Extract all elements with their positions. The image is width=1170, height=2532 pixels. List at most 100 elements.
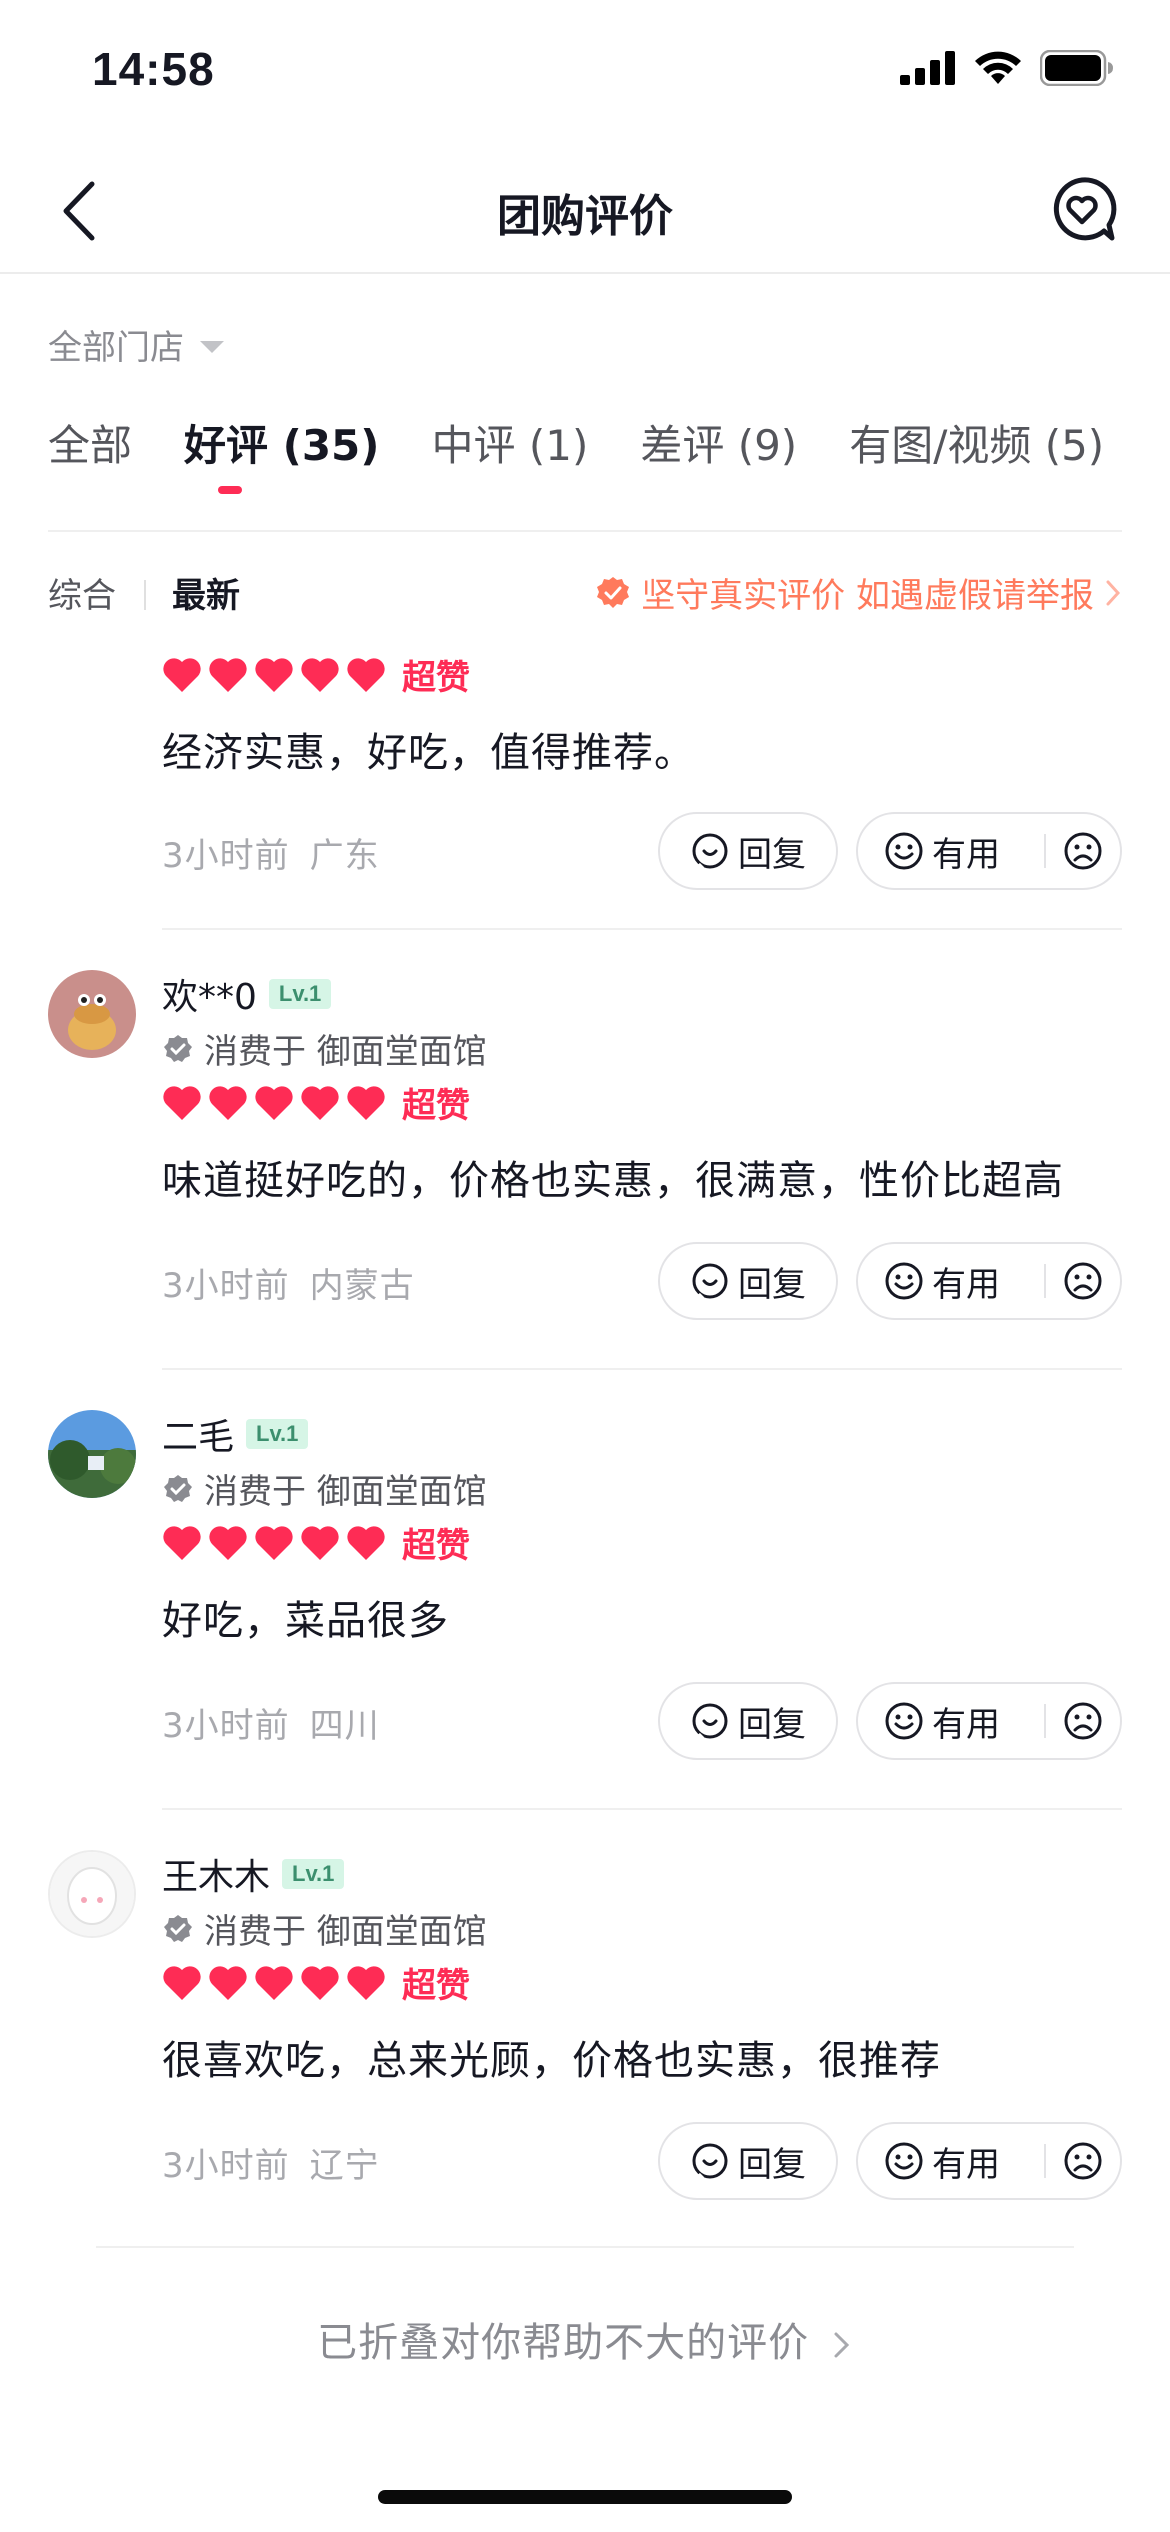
store-filter-label: 全部门店	[48, 328, 184, 368]
rating-hearts: 超赞	[162, 1958, 470, 2007]
avatar[interactable]	[48, 1850, 136, 1938]
useful-label: 有用	[932, 834, 1000, 875]
useful-button[interactable]: 有用	[858, 1697, 1044, 1746]
status-bar: 14:58	[0, 0, 1170, 150]
useful-label: 有用	[932, 1264, 1000, 1305]
username[interactable]: 二毛	[162, 1408, 234, 1460]
avatar[interactable]	[48, 970, 136, 1058]
rating-label: 超赞	[402, 1526, 470, 1566]
nav-bar: 团购评价	[0, 150, 1170, 274]
unhelpful-button[interactable]	[1046, 831, 1120, 871]
rating-hearts: 超赞	[162, 650, 470, 699]
frown-icon	[1064, 1262, 1102, 1300]
review-time: 3小时前	[162, 836, 290, 876]
useful-button[interactable]: 有用	[858, 1257, 1044, 1306]
reply-bubble-icon	[692, 2143, 728, 2181]
user-line: 欢**0 Lv.1	[162, 968, 332, 1020]
level-badge: Lv.1	[268, 979, 332, 1009]
frown-icon	[1064, 2142, 1102, 2180]
unhelpful-button[interactable]	[1046, 2141, 1120, 2181]
useful-group: 有用	[856, 2122, 1122, 2200]
username[interactable]: 王木木	[162, 1848, 270, 1900]
frown-icon	[1064, 832, 1102, 870]
folded-reviews-link[interactable]: 已折叠对你帮助不大的评价	[0, 2310, 1170, 2368]
heart-icon	[163, 1525, 201, 1560]
heart-icon	[347, 1965, 385, 2000]
rating-label: 超赞	[402, 658, 470, 698]
reply-button[interactable]: 回复	[658, 1242, 838, 1320]
unhelpful-button[interactable]	[1046, 1701, 1120, 1741]
reply-bubble-icon	[692, 833, 728, 871]
user-line: 王木木 Lv.1	[162, 1848, 345, 1900]
divider	[162, 928, 1122, 930]
tab-negative[interactable]: 差评 (9)	[640, 412, 797, 484]
tab-all[interactable]: 全部	[48, 412, 132, 484]
reply-label: 回复	[738, 834, 806, 875]
sort-latest[interactable]: 最新	[172, 568, 240, 617]
sort-comprehensive[interactable]: 综合	[48, 568, 116, 617]
review-meta: 3小时前 广东	[162, 828, 380, 877]
smile-icon	[885, 1262, 923, 1300]
avatar-image	[48, 970, 136, 1058]
smile-icon	[885, 832, 923, 870]
review-comment: 很喜欢吃，总来光顾，价格也实惠，很推荐	[162, 2038, 941, 2084]
useful-group: 有用	[856, 1682, 1122, 1760]
tab-positive[interactable]: 好评 (35)	[184, 412, 379, 484]
divider	[96, 2246, 1074, 2248]
rating-hearts: 超赞	[162, 1078, 470, 1127]
review-time: 3小时前	[162, 1266, 290, 1306]
heart-icon	[301, 1965, 339, 2000]
heart-icon	[347, 1085, 385, 1120]
smile-icon	[885, 1702, 923, 1740]
sort-divider	[144, 580, 146, 610]
store-filter[interactable]: 全部门店	[48, 320, 224, 369]
consumed-at-text: 消费于 御面堂面馆	[204, 1912, 487, 1952]
avatar[interactable]	[48, 1410, 136, 1498]
useful-button[interactable]: 有用	[858, 827, 1044, 876]
useful-button[interactable]: 有用	[858, 2137, 1044, 2186]
divider	[162, 1808, 1122, 1810]
heart-icon	[255, 1525, 293, 1560]
avatar-image	[48, 1410, 136, 1498]
review-comment: 经济实惠，好吃，值得推荐。	[162, 730, 695, 776]
review-location: 内蒙古	[309, 1266, 415, 1306]
reply-label: 回复	[738, 1704, 806, 1745]
review-time: 3小时前	[162, 1706, 290, 1746]
frown-icon	[1064, 1702, 1102, 1740]
level-badge: Lv.1	[282, 1859, 345, 1889]
review-meta: 3小时前 辽宁	[162, 2138, 380, 2187]
reply-bubble-icon	[692, 1703, 728, 1741]
verified-check-icon	[164, 1914, 192, 1942]
message-button[interactable]	[1046, 174, 1118, 246]
review-comment: 味道挺好吃的，价格也实惠，很满意，性价比超高	[162, 1158, 1064, 1204]
heart-icon	[255, 657, 293, 692]
reply-button[interactable]: 回复	[658, 812, 838, 890]
chevron-right-icon	[834, 2332, 849, 2358]
review-card: 欢**0 Lv.1 消费于 御面堂面馆 超赞 味道挺好吃的，价格也实惠，很满意，…	[48, 970, 1122, 1330]
heart-icon	[209, 1965, 247, 2000]
tab-neutral[interactable]: 中评 (1)	[431, 412, 588, 484]
reply-button[interactable]: 回复	[658, 2122, 838, 2200]
level-badge: Lv.1	[246, 1419, 309, 1449]
heart-icon	[347, 1525, 385, 1560]
smile-icon	[885, 2142, 923, 2180]
username[interactable]: 欢**0	[162, 968, 257, 1020]
report-notice[interactable]: 坚守真实评价 如遇虚假请举报	[595, 568, 1122, 617]
heart-chat-icon	[1053, 177, 1117, 241]
review-location: 辽宁	[309, 2146, 380, 2186]
avatar-image	[50, 1852, 134, 1936]
rating-label: 超赞	[402, 1966, 470, 2006]
report-notice-text: 坚守真实评价 如遇虚假请举报	[641, 576, 1094, 616]
heart-icon	[347, 657, 385, 692]
active-tab-indicator	[218, 486, 242, 494]
divider	[162, 1368, 1122, 1370]
reply-button[interactable]: 回复	[658, 1682, 838, 1760]
home-indicator[interactable]	[378, 2490, 792, 2504]
review-meta: 3小时前 四川	[162, 1698, 380, 1747]
unhelpful-button[interactable]	[1046, 1261, 1120, 1301]
review-location: 四川	[309, 1706, 380, 1746]
heart-icon	[163, 1965, 201, 2000]
consumed-at-text: 消费于 御面堂面馆	[204, 1032, 487, 1072]
tab-media[interactable]: 有图/视频 (5)	[849, 412, 1104, 484]
heart-icon	[255, 1965, 293, 2000]
